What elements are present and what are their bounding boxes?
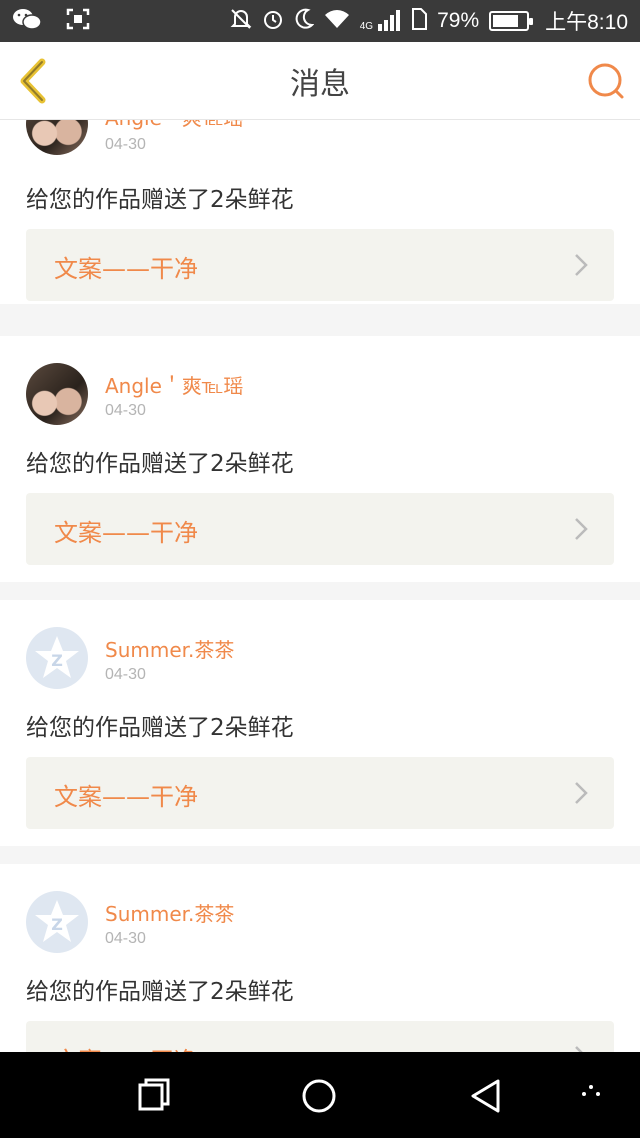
- work-title: 文案——干净: [54, 255, 198, 283]
- message-list[interactable]: Angle＇爽℡瑶 04-30 给您的作品赠送了2朵鲜花 文案——干净 Angl…: [0, 120, 640, 1052]
- default-avatar-icon: Z: [35, 900, 79, 942]
- work-link[interactable]: 文案——干净: [26, 1021, 614, 1052]
- message-date: 04-30: [105, 666, 146, 683]
- message-date: 04-30: [105, 402, 146, 419]
- battery-icon: [489, 11, 534, 31]
- message-text: 给您的作品赠送了2朵鲜花: [26, 979, 294, 1005]
- recent-apps-icon[interactable]: [136, 1077, 172, 1117]
- work-link[interactable]: 文案——干净: [26, 757, 614, 829]
- alarm-icon: [262, 8, 284, 34]
- avatar[interactable]: Z: [26, 891, 88, 953]
- chevron-right-icon: [574, 517, 588, 541]
- clock: 上午8:10: [545, 11, 628, 34]
- message-date: 04-30: [105, 930, 146, 947]
- status-bar: 4G 79% 上午8:10: [0, 0, 640, 42]
- message-card: Z Summer.茶茶 04-30 给您的作品赠送了2朵鲜花 文案——干净: [0, 600, 640, 846]
- message-date: 04-30: [105, 136, 146, 153]
- work-title: 文案——干净: [54, 783, 198, 811]
- work-title: 文案——干净: [54, 519, 198, 547]
- page-title: 消息: [290, 66, 350, 102]
- back-icon[interactable]: [468, 1077, 504, 1119]
- wifi-icon: [324, 8, 350, 34]
- mute-icon: [230, 8, 252, 34]
- moon-icon: [294, 8, 315, 34]
- more-icon[interactable]: [576, 1077, 606, 1111]
- default-avatar-icon: Z: [35, 636, 79, 678]
- message-text: 给您的作品赠送了2朵鲜花: [26, 187, 294, 213]
- avatar[interactable]: Z: [26, 627, 88, 689]
- sender-name[interactable]: Summer.茶茶: [105, 634, 234, 663]
- chevron-right-icon: [574, 253, 588, 277]
- search-icon[interactable]: [586, 61, 626, 101]
- svg-text:Z: Z: [51, 915, 63, 934]
- home-icon[interactable]: [300, 1077, 338, 1119]
- chevron-right-icon: [574, 1045, 588, 1052]
- sender-name[interactable]: Summer.茶茶: [105, 898, 234, 927]
- work-link[interactable]: 文案——干净: [26, 493, 614, 565]
- avatar[interactable]: [26, 363, 88, 425]
- work-title: 文案——干净: [54, 1041, 198, 1052]
- network-type: 4G: [359, 21, 374, 32]
- wechat-icon: [12, 7, 42, 35]
- sim-icon: [411, 8, 428, 34]
- signal-icon: 4G: [360, 10, 401, 32]
- battery-percent: 79%: [437, 9, 480, 32]
- message-card: Angle＇爽℡瑶 04-30 给您的作品赠送了2朵鲜花 文案——干净: [0, 336, 640, 582]
- chevron-right-icon: [574, 781, 588, 805]
- sender-name[interactable]: Angle＇爽℡瑶: [105, 120, 243, 131]
- sender-name[interactable]: Angle＇爽℡瑶: [105, 370, 243, 399]
- message-text: 给您的作品赠送了2朵鲜花: [26, 715, 294, 741]
- scan-icon: [66, 8, 90, 34]
- back-arrow-icon[interactable]: [12, 56, 58, 106]
- avatar[interactable]: [26, 120, 88, 155]
- message-card: Z Summer.茶茶 04-30 给您的作品赠送了2朵鲜花 文案——干净: [0, 864, 640, 1052]
- system-nav-bar: [0, 1052, 640, 1138]
- message-text: 给您的作品赠送了2朵鲜花: [26, 451, 294, 477]
- message-card: Angle＇爽℡瑶 04-30 给您的作品赠送了2朵鲜花 文案——干净: [0, 120, 640, 304]
- work-link[interactable]: 文案——干净: [26, 229, 614, 301]
- svg-text:Z: Z: [51, 651, 63, 670]
- header-bar: 消息: [0, 42, 640, 120]
